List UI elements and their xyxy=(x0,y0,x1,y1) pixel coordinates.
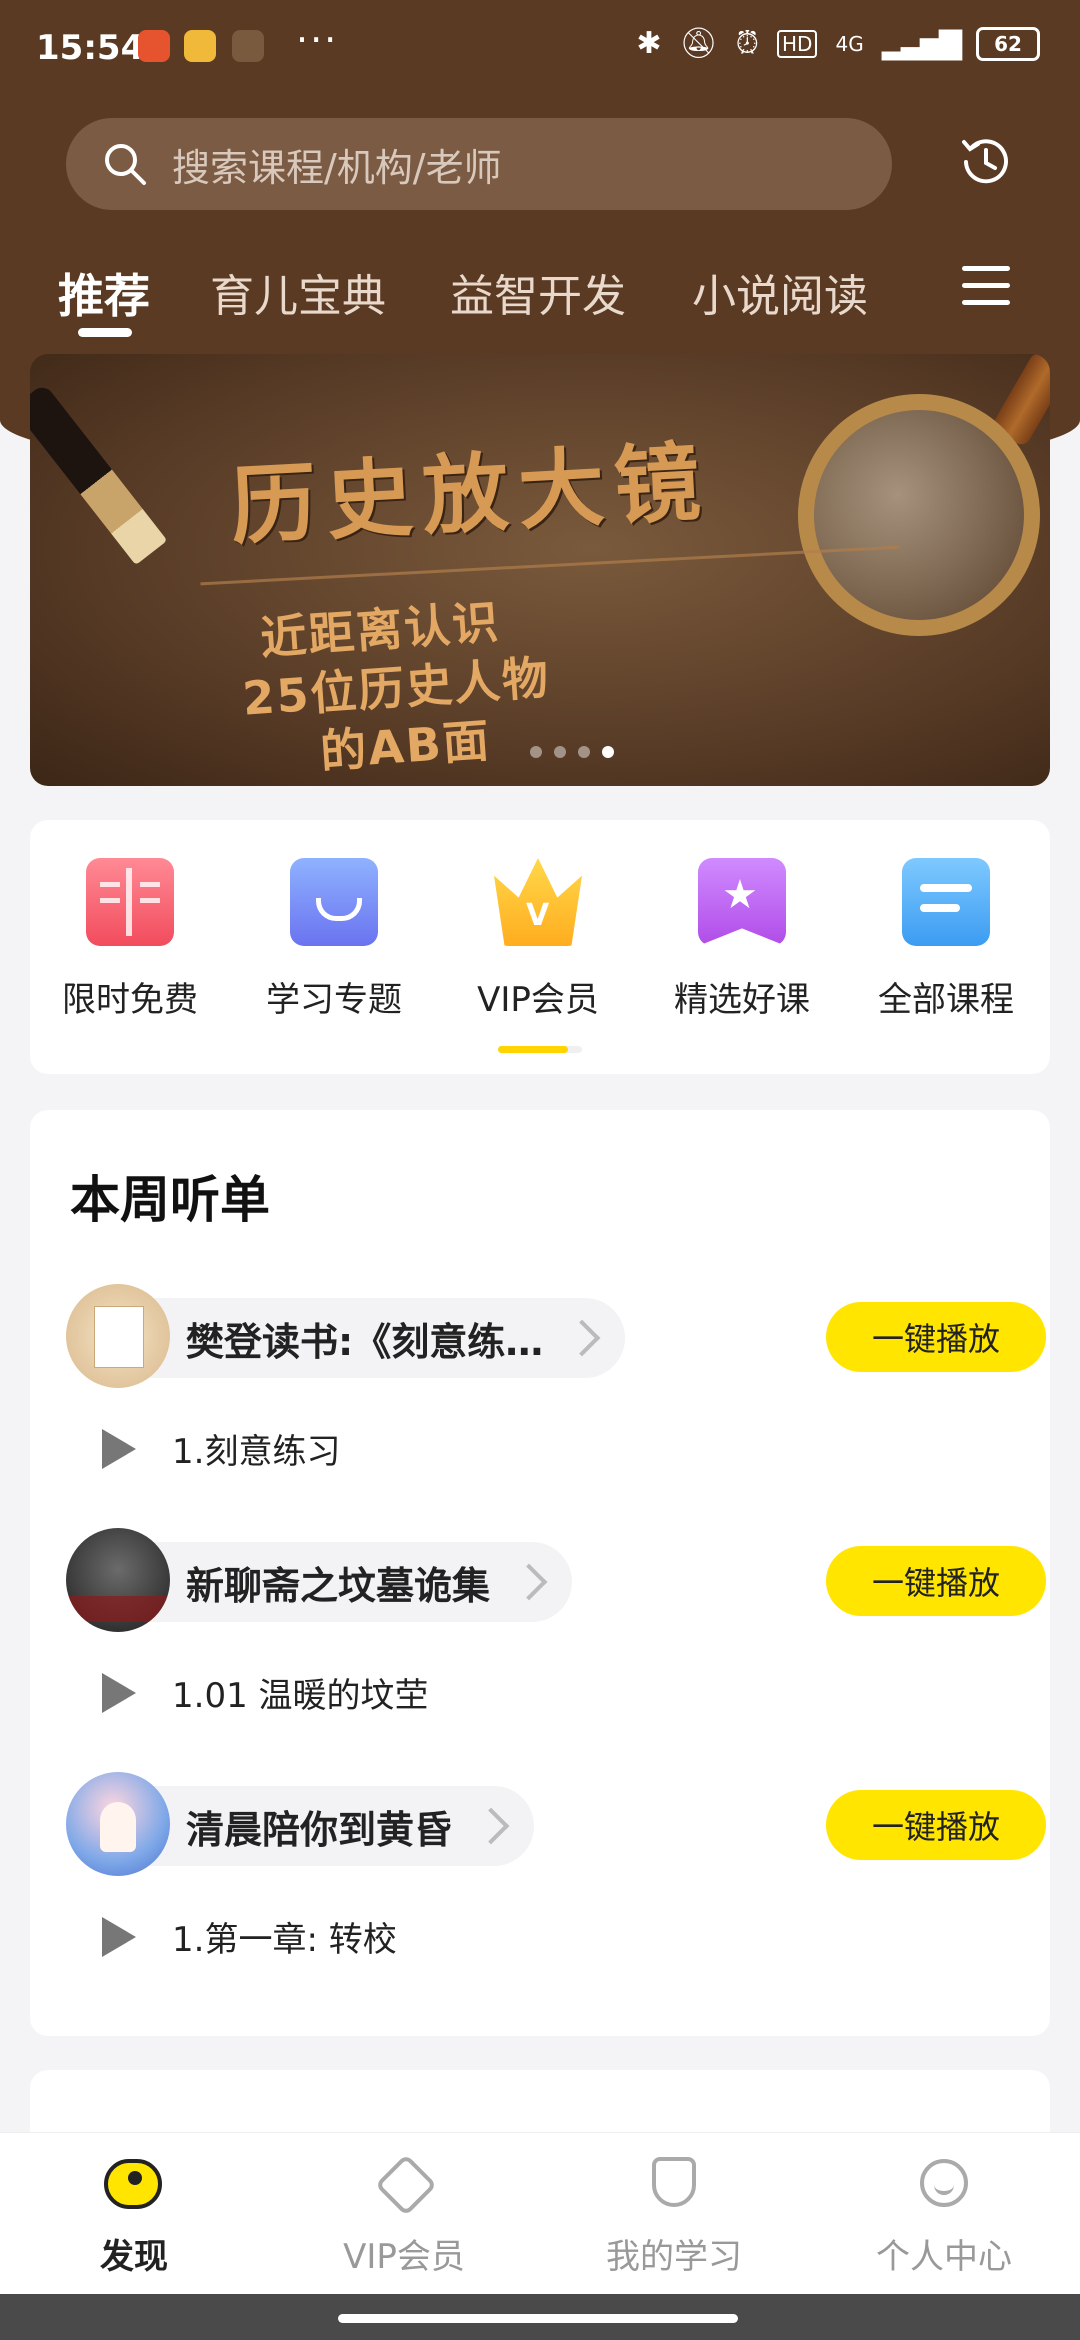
play-icon xyxy=(102,1672,136,1713)
promo-banner[interactable]: 历史放大镜 近距离认识 25位历史人物 的AB面 xyxy=(30,354,1050,786)
tab-novel[interactable]: 小说阅读 xyxy=(692,260,868,324)
quick-categories: 限时免费 学习专题 V VIP会员 ★ 精选好课 全部课程 xyxy=(30,820,1050,1074)
network-label: 4G xyxy=(835,31,864,56)
book-icon xyxy=(86,858,174,946)
status-bar: 15:54 ··· ✱ 🔕︎ ⏰︎ HD 4G ▂▃▅▇ 62 xyxy=(0,0,1080,96)
category-scroll-indicator xyxy=(498,1046,582,1053)
mute-icon: 🔕︎ xyxy=(679,26,718,61)
tab-parenting[interactable]: 育儿宝典 xyxy=(210,260,386,324)
home-indicator[interactable] xyxy=(338,2314,738,2323)
album-cover xyxy=(66,1284,170,1388)
album-link[interactable]: 新聊斋之坟墓诡集 xyxy=(66,1528,573,1632)
album-cover xyxy=(66,1528,170,1632)
category-all[interactable]: 全部课程 xyxy=(846,858,1046,1021)
category-topics[interactable]: 学习专题 xyxy=(234,858,434,1021)
notification-app-icon xyxy=(184,30,216,62)
play-icon xyxy=(102,1428,136,1469)
category-tabs: 推荐 育儿宝典 益智开发 小说阅读 xyxy=(0,250,1080,340)
play-all-button[interactable]: 一键播放 xyxy=(826,1546,1046,1616)
nav-profile[interactable]: 个人中心 xyxy=(844,2155,1044,2278)
banner-pagination xyxy=(530,746,614,758)
signal-icon: ▂▃▅▇ xyxy=(881,26,962,61)
bottom-navigation: 发现 VIP会员 我的学习 个人中心 xyxy=(0,2132,1080,2295)
shield-icon xyxy=(644,2155,704,2215)
category-label: 限时免费 xyxy=(62,980,198,1020)
search-placeholder: 搜索课程/机构/老师 xyxy=(172,145,502,190)
diamond-icon xyxy=(374,2153,438,2217)
discover-icon xyxy=(104,2155,164,2215)
notification-app-icon xyxy=(232,30,264,62)
notification-app-icon xyxy=(138,30,170,62)
nav-discover[interactable]: 发现 xyxy=(34,2155,234,2278)
category-selected[interactable]: ★ 精选好课 xyxy=(642,858,842,1021)
album-name: 清晨陪你到黄昏 xyxy=(186,1807,453,1852)
nav-label: VIP会员 xyxy=(343,2237,465,2277)
play-all-button[interactable]: 一键播放 xyxy=(826,1302,1046,1372)
nav-my-learning[interactable]: 我的学习 xyxy=(574,2155,774,2278)
nav-vip[interactable]: VIP会员 xyxy=(304,2153,504,2278)
search-icon xyxy=(105,144,146,185)
category-free[interactable]: 限时免费 xyxy=(30,858,230,1021)
category-label: 学习专题 xyxy=(266,980,402,1020)
bluetooth-icon: ✱ xyxy=(636,26,662,61)
nav-label: 我的学习 xyxy=(606,2237,742,2277)
status-icons: ✱ 🔕︎ ⏰︎ HD 4G ▂▃▅▇ 62 xyxy=(636,26,1040,61)
alarm-icon: ⏰︎ xyxy=(735,26,760,61)
nav-label: 发现 xyxy=(100,2237,168,2277)
track-name: 1.01 温暖的坟茔 xyxy=(172,1676,429,1716)
tab-recommend[interactable]: 推荐 xyxy=(58,260,150,326)
system-gesture-bar xyxy=(0,2294,1080,2340)
category-label: 精选好课 xyxy=(674,980,810,1020)
chevron-right-icon xyxy=(472,1807,510,1845)
play-all-button[interactable]: 一键播放 xyxy=(826,1790,1046,1860)
fountain-pen-image xyxy=(30,382,168,566)
profile-face-icon xyxy=(914,2155,974,2215)
weekly-list-section: 本周听单 樊登读书:《刻意练… 一键播放 1.刻意练习 新聊斋之坟墓诡集 一键播… xyxy=(30,1110,1050,2036)
star-bookmark-icon: ★ xyxy=(698,858,786,946)
album-item: 新聊斋之坟墓诡集 一键播放 1.01 温暖的坟茔 xyxy=(66,1528,1046,1792)
document-list-icon xyxy=(902,858,990,946)
track-item[interactable]: 1.刻意练习 xyxy=(102,1424,340,1473)
category-label: VIP会员 xyxy=(477,980,599,1020)
magnifier-image xyxy=(798,394,1040,636)
track-item[interactable]: 1.01 温暖的坟茔 xyxy=(102,1668,429,1717)
tab-puzzle[interactable]: 益智开发 xyxy=(450,260,626,324)
section-title: 本周听单 xyxy=(70,1171,270,1229)
topic-bag-icon xyxy=(290,858,378,946)
play-icon xyxy=(102,1916,136,1957)
nav-label: 个人中心 xyxy=(876,2237,1012,2277)
chevron-right-icon xyxy=(510,1563,548,1601)
status-time: 15:54 xyxy=(36,28,145,68)
banner-title: 历史放大镜 xyxy=(228,432,713,558)
track-name: 1.第一章: 转校 xyxy=(172,1920,397,1960)
chevron-right-icon xyxy=(563,1319,601,1357)
album-name: 樊登读书:《刻意练… xyxy=(186,1319,544,1364)
track-name: 1.刻意练习 xyxy=(172,1432,341,1472)
active-tab-indicator xyxy=(78,328,132,337)
more-notifications-icon: ··· xyxy=(296,18,339,62)
menu-icon[interactable] xyxy=(962,266,1010,306)
search-bar[interactable]: 搜索课程/机构/老师 xyxy=(66,118,892,210)
category-vip[interactable]: V VIP会员 xyxy=(438,858,638,1021)
track-item[interactable]: 1.第一章: 转校 xyxy=(102,1912,397,1961)
banner-line-3: 的AB面 xyxy=(318,713,493,779)
category-label: 全部课程 xyxy=(878,980,1014,1020)
album-name: 新聊斋之坟墓诡集 xyxy=(186,1563,491,1608)
album-item: 清晨陪你到黄昏 一键播放 1.第一章: 转校 xyxy=(66,1772,1046,2036)
album-cover xyxy=(66,1772,170,1876)
hd-icon: HD xyxy=(777,29,818,58)
crown-icon: V xyxy=(494,858,582,946)
album-link[interactable]: 樊登读书:《刻意练… xyxy=(66,1284,626,1388)
battery-icon: 62 xyxy=(976,26,1040,61)
album-link[interactable]: 清晨陪你到黄昏 xyxy=(66,1772,535,1876)
history-icon[interactable] xyxy=(956,132,1016,192)
album-item: 樊登读书:《刻意练… 一键播放 1.刻意练习 xyxy=(66,1284,1046,1548)
